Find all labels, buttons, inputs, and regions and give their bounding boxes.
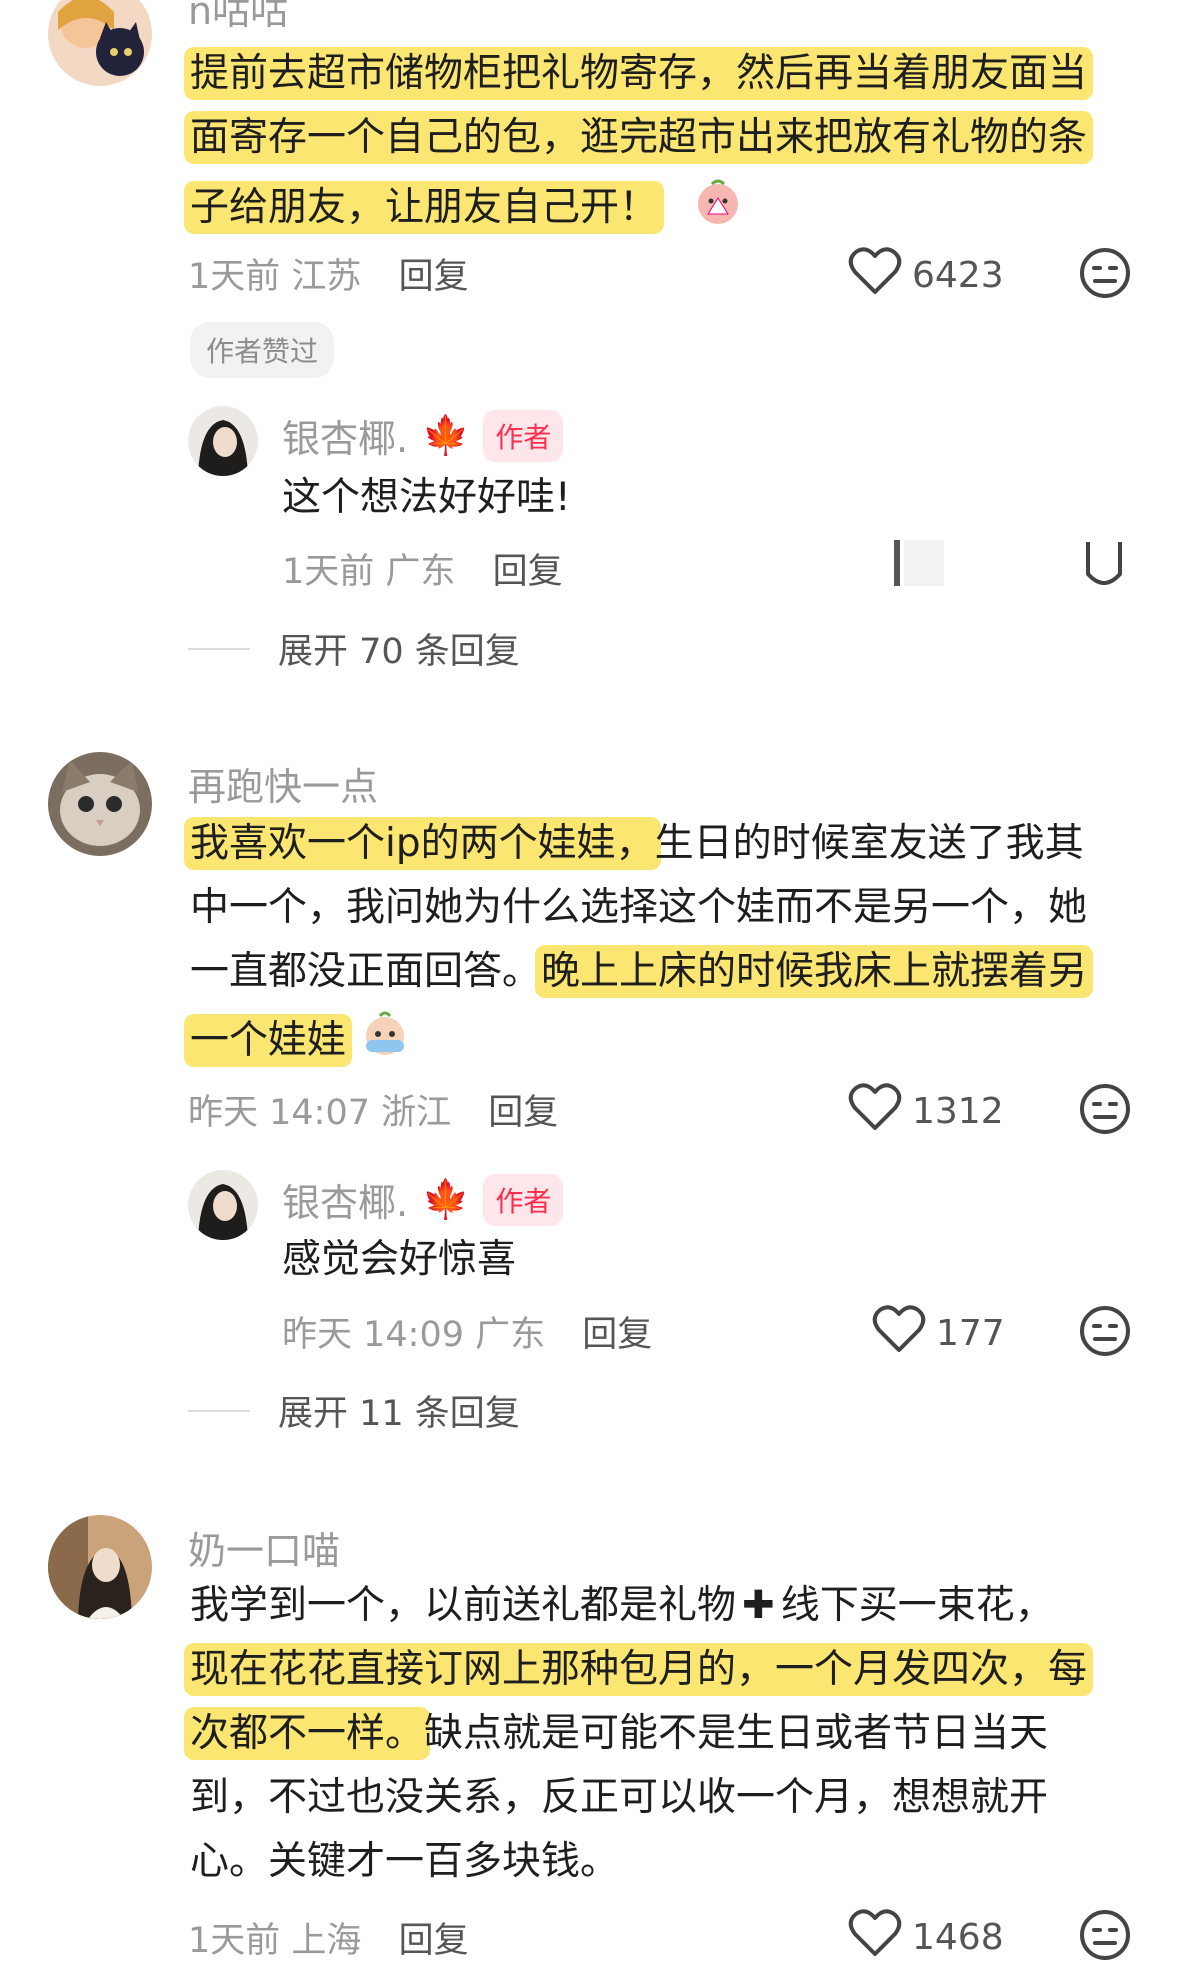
highlighted-text: 我喜欢一个ip的两个娃娃， <box>184 817 661 870</box>
plain-text: 我学到一个，以前送礼都是礼物 <box>190 1583 737 1628</box>
location: 江苏 <box>291 257 362 297</box>
plus-icon: ✚ <box>742 1583 775 1628</box>
username[interactable]: 奶一口喵 <box>188 1520 340 1575</box>
timestamp: 1天前 <box>188 257 281 297</box>
reply-meta: 1天前 广东 回复 <box>282 543 563 594</box>
reply-button[interactable]: 回复 <box>399 1921 469 1961</box>
reply-button[interactable]: 回复 <box>582 1315 652 1355</box>
like-button[interactable]: 6423 <box>848 246 1004 305</box>
location: 广东 <box>475 1315 546 1355</box>
reply-button[interactable]: 回复 <box>488 1093 558 1133</box>
reply-username[interactable]: 银杏椰. <box>282 1172 408 1227</box>
like-button[interactable]: 1312 <box>848 1082 1004 1141</box>
timestamp: 昨天 14:07 <box>188 1093 370 1133</box>
comment-line: 现在花花直接订网上那种包月的，一个月发四次，每 <box>184 1643 1094 1708</box>
comment-meta: 1天前 江苏 回复 <box>188 248 469 299</box>
avatar[interactable] <box>48 1515 152 1619</box>
plain-text: 到，不过也没关系，反正可以收一个月，想想就开 <box>190 1775 1049 1820</box>
reply-meta: 昨天 14:09 广东 回复 <box>282 1306 652 1357</box>
reaction-face-icon[interactable] <box>1078 1304 1132 1362</box>
reply-button[interactable]: 回复 <box>493 552 563 592</box>
comment-line: 到，不过也没关系，反正可以收一个月，想想就开 <box>190 1772 1087 1836</box>
highlighted-text: 次都不一样。 <box>184 1707 431 1760</box>
reaction-face-icon[interactable] <box>1078 1908 1132 1966</box>
like-count: 6423 <box>912 255 1004 296</box>
like-button[interactable] <box>890 534 960 590</box>
plain-text: 生日的时候室友送了我其 <box>654 821 1084 866</box>
like-count: 1312 <box>912 1091 1004 1132</box>
author-tag: 作者 <box>483 409 564 462</box>
reply-avatar[interactable] <box>188 1170 258 1240</box>
comment-text: 我喜欢一个ip的两个娃娃，生日的时候室友送了我其 中一个，我问她为什么选择这个娃… <box>184 817 1094 1074</box>
comment-text: 我学到一个，以前送礼都是礼物 ✚ 线下买一束花， 现在花花直接订网上那种包月的，一个… <box>184 1580 1094 1900</box>
highlighted-text: 现在花花直接订网上那种包月的，一个月发四次，每 <box>184 1643 1094 1696</box>
comment-text: 提前去超市储物柜把礼物寄存，然后再当着朋友面当 面寄存一个自己的包，逛完超市出来… <box>184 47 1094 242</box>
reply-header: 银杏椰. 🍁 作者 <box>282 408 564 463</box>
plain-text: 中一个，我问她为什么选择这个娃而不是另一个，她 <box>190 885 1088 930</box>
crying-face-emoji-icon <box>360 1010 410 1074</box>
heart-icon <box>848 1908 902 1967</box>
comment-line: 提前去超市储物柜把礼物寄存，然后再当着朋友面当 <box>184 47 1094 112</box>
comment-line: 一个娃娃 <box>184 1010 1087 1074</box>
highlighted-text: 面寄存一个自己的包，逛完超市出来把放有礼物的条 <box>184 111 1094 164</box>
comment-line: 子给朋友，让朋友自己开！ <box>184 176 1087 242</box>
reaction-face-icon[interactable] <box>1078 1082 1132 1140</box>
divider <box>188 647 250 650</box>
timestamp: 1天前 <box>188 1921 281 1961</box>
avatar[interactable] <box>48 0 152 86</box>
reply-username[interactable]: 银杏椰. <box>282 408 408 463</box>
plain-text: 心。关键才一百多块钱。 <box>190 1839 620 1884</box>
highlighted-text: 晚上上床的时候我床上就摆着另 <box>535 945 1094 998</box>
heart-icon <box>872 1304 926 1363</box>
maple-leaf-icon: 🍁 <box>422 1177 470 1221</box>
expand-replies-button[interactable]: 展开 11 条回复 <box>188 1385 520 1436</box>
location: 浙江 <box>381 1093 452 1133</box>
plain-text: 一直都没正面回答。 <box>190 949 542 994</box>
comment-line: 中一个，我问她为什么选择这个娃而不是另一个，她 <box>190 882 1087 946</box>
username[interactable]: n咕咕 <box>188 0 288 35</box>
divider <box>188 1409 250 1412</box>
timestamp: 昨天 14:09 <box>282 1315 464 1355</box>
highlighted-text: 子给朋友，让朋友自己开！ <box>184 180 665 234</box>
like-button[interactable]: 1468 <box>848 1908 1004 1967</box>
reaction-face-icon[interactable] <box>1078 246 1132 304</box>
comment-meta: 昨天 14:07 浙江 回复 <box>188 1084 558 1135</box>
like-button[interactable]: 177 <box>872 1304 1005 1363</box>
reply-text: 感觉会好惊喜 <box>282 1237 517 1282</box>
expand-replies-button[interactable]: 展开 70 条回复 <box>188 623 520 674</box>
comment-line: 我学到一个，以前送礼都是礼物 ✚ 线下买一束花， <box>190 1580 1087 1644</box>
plain-text: 缺点就是可能不是生日或者节日当天 <box>424 1711 1049 1756</box>
comment-line: 一直都没正面回答。晚上上床的时候我床上就摆着另 <box>190 945 1094 1010</box>
comment-line: 我喜欢一个ip的两个娃娃，生日的时候室友送了我其 <box>184 817 1087 882</box>
author-liked-badge: 作者赞过 <box>190 322 335 378</box>
highlighted-text: 一个娃娃 <box>184 1013 353 1067</box>
reply-text: 这个想法好好哇! <box>282 475 571 520</box>
highlighted-text: 提前去超市储物柜把礼物寄存，然后再当着朋友面当 <box>184 47 1094 100</box>
location: 上海 <box>291 1921 362 1961</box>
heart-icon <box>848 1082 902 1141</box>
comment-line: 面寄存一个自己的包，逛完超市出来把放有礼物的条 <box>184 111 1094 176</box>
heart-icon <box>848 246 902 305</box>
author-tag: 作者 <box>483 1173 564 1226</box>
praying-face-emoji-icon <box>692 176 744 242</box>
reply-header: 银杏椰. 🍁 作者 <box>282 1172 564 1227</box>
expand-label: 展开 70 条回复 <box>278 632 520 672</box>
expand-label: 展开 11 条回复 <box>278 1394 520 1434</box>
plain-text: 线下买一束花， <box>780 1583 1054 1628</box>
location: 广东 <box>385 552 456 592</box>
reply-avatar[interactable] <box>188 406 258 476</box>
reaction-face-icon[interactable] <box>1084 534 1124 590</box>
timestamp: 1天前 <box>282 552 375 592</box>
comment-line: 次都不一样。缺点就是可能不是生日或者节日当天 <box>184 1707 1087 1772</box>
comment-meta: 1天前 上海 回复 <box>188 1912 469 1963</box>
avatar[interactable] <box>48 752 152 856</box>
reply-button[interactable]: 回复 <box>399 257 469 297</box>
username[interactable]: 再跑快一点 <box>188 756 378 811</box>
maple-leaf-icon: 🍁 <box>422 413 470 457</box>
like-count: 177 <box>936 1313 1005 1354</box>
comment-line: 心。关键才一百多块钱。 <box>190 1836 1087 1900</box>
like-count: 1468 <box>912 1917 1004 1958</box>
